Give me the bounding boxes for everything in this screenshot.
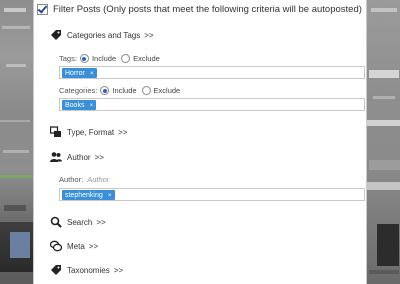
tags-row: Tags: Include Exclude <box>59 54 160 63</box>
chevron-icon: >> <box>96 217 106 227</box>
category-chip: Books × <box>62 100 97 110</box>
section-label: Taxonomies <box>67 265 110 275</box>
filter-posts-title: Filter Posts (Only posts that meet the f… <box>53 3 362 15</box>
section-label: Author <box>67 152 91 162</box>
tag-chip: Horror × <box>62 68 97 78</box>
section-label: Type, Format <box>67 127 115 137</box>
categories-row: Categories: Include Exclude <box>59 86 180 95</box>
tag-icon <box>50 29 62 41</box>
categories-input[interactable]: Books × <box>59 98 365 111</box>
background-left <box>0 0 33 284</box>
author-chip: stephenking × <box>62 190 115 200</box>
users-icon <box>50 151 62 163</box>
chip-remove-icon[interactable]: × <box>108 192 112 199</box>
category-chip-label: Books <box>65 101 85 109</box>
chevron-icon: >> <box>113 265 124 275</box>
tags-input[interactable]: Horror × <box>59 66 365 79</box>
author-chip-label: stephenking <box>65 191 103 199</box>
categories-include-label: Include <box>112 86 137 95</box>
section-categories-tags[interactable]: Categories and Tags >> <box>50 29 154 41</box>
tags-include-radio[interactable] <box>79 54 89 63</box>
chevron-icon: >> <box>94 152 104 162</box>
type-format-icon <box>50 126 62 138</box>
background-right <box>367 0 400 284</box>
tags-exclude-label: Exclude <box>133 54 160 63</box>
author-row: Author: Author <box>59 175 109 184</box>
author-placeholder: Author <box>87 175 110 184</box>
author-input[interactable]: stephenking × <box>59 188 365 201</box>
tags-include-label: Include <box>91 54 117 63</box>
search-icon <box>50 216 62 228</box>
section-label: Search <box>67 217 93 227</box>
tag-chip-label: Horror <box>65 69 85 77</box>
section-search[interactable]: Search >> <box>50 216 106 228</box>
chip-remove-icon[interactable]: × <box>89 102 93 109</box>
filter-posts-checkbox[interactable] <box>37 3 48 15</box>
tags-exclude-radio[interactable] <box>121 54 131 63</box>
categories-exclude-label: Exclude <box>153 86 181 95</box>
filter-posts-panel: Filter Posts (Only posts that meet the f… <box>33 0 367 284</box>
chevron-icon: >> <box>88 241 99 251</box>
categories-include-radio[interactable] <box>100 86 110 95</box>
section-taxonomies[interactable]: Taxonomies >> <box>50 264 123 276</box>
section-meta[interactable]: Meta >> <box>50 240 98 252</box>
section-label: Categories and Tags <box>67 30 141 40</box>
categories-exclude-radio[interactable] <box>141 86 151 95</box>
categories-label: Categories: <box>59 86 98 95</box>
tag-icon <box>50 264 62 276</box>
author-label: Author: <box>59 175 84 184</box>
filter-posts-header: Filter Posts (Only posts that meet the f… <box>34 0 362 18</box>
chip-remove-icon[interactable]: × <box>90 70 94 77</box>
chevron-icon: >> <box>144 30 154 40</box>
section-author[interactable]: Author >> <box>50 151 104 163</box>
section-type-format[interactable]: Type, Format >> <box>50 126 127 138</box>
chevron-icon: >> <box>118 127 128 137</box>
tags-label: Tags: <box>59 54 77 63</box>
section-label: Meta <box>67 241 85 251</box>
comments-icon <box>50 240 62 252</box>
